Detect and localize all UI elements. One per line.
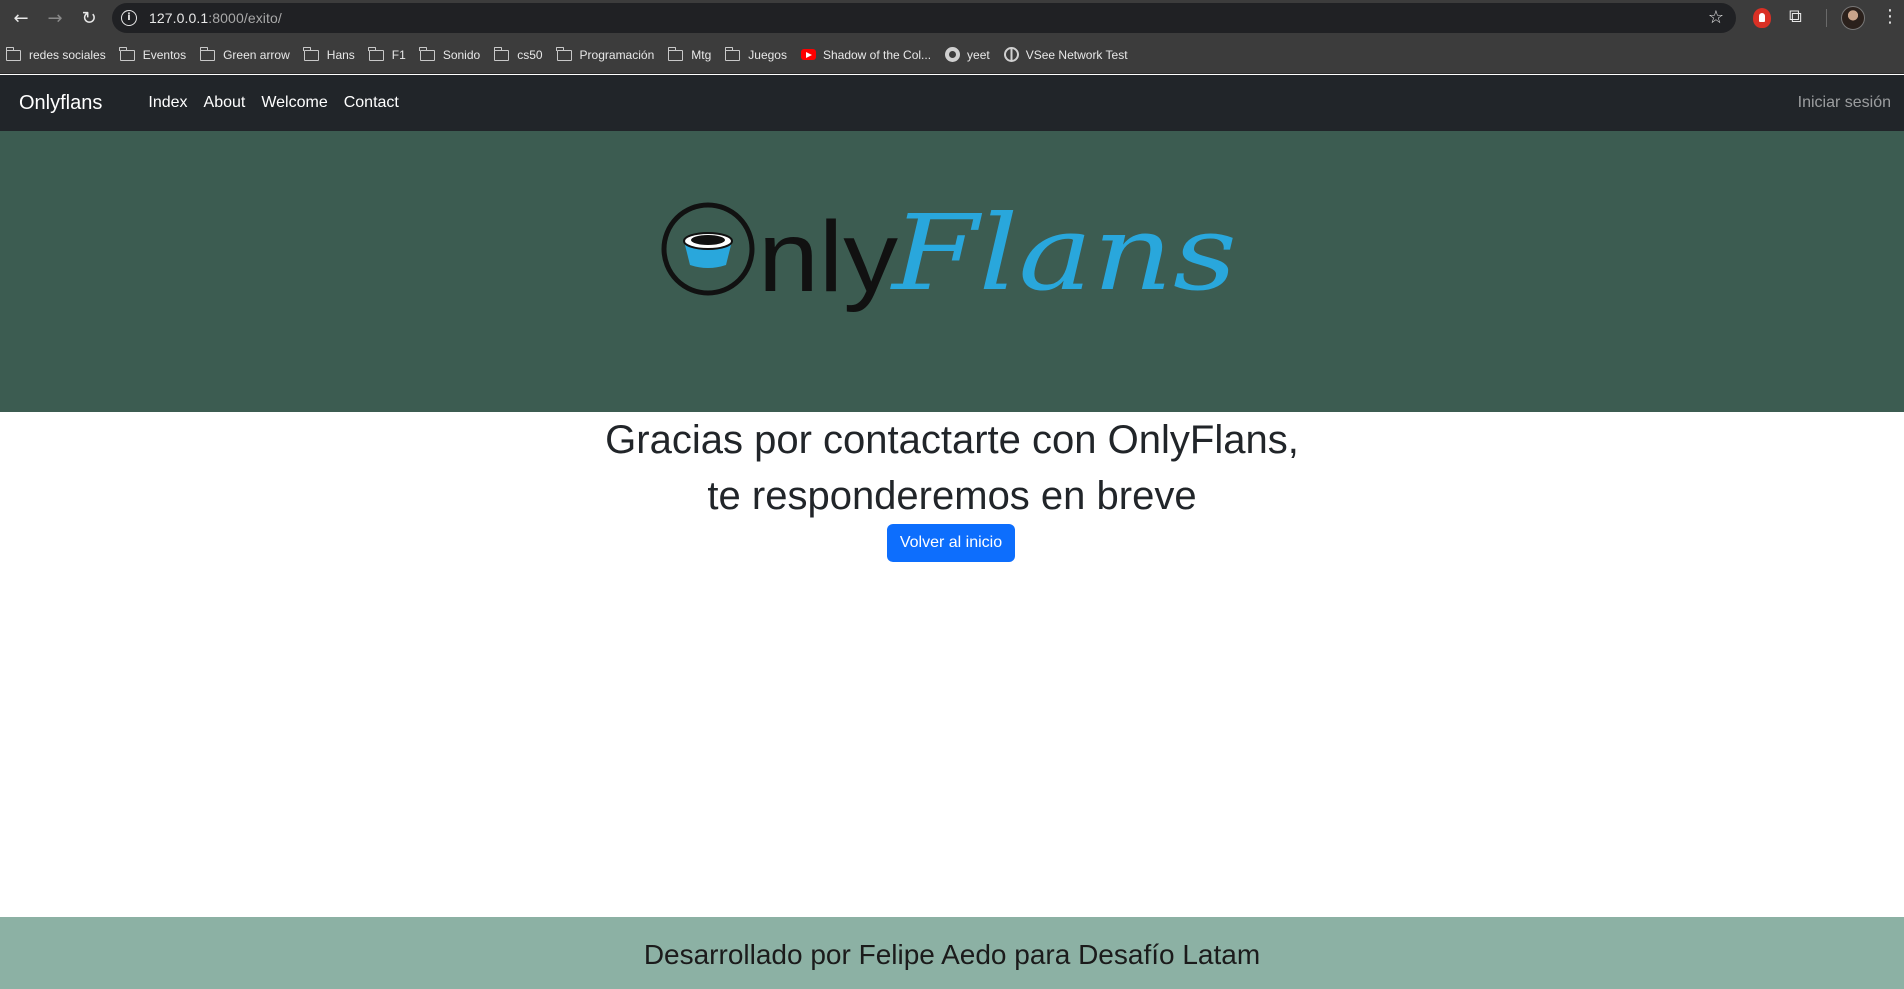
logo-text-plain: nly — [758, 201, 898, 313]
bookmark-item[interactable]: Programación — [556, 42, 663, 68]
bookmark-item[interactable]: redes sociales — [5, 42, 114, 68]
nav-link-welcome[interactable]: Welcome — [261, 94, 327, 112]
bookmark-item[interactable]: Eventos — [119, 42, 194, 68]
youtube-icon — [800, 49, 816, 60]
bookmark-item[interactable]: cs50 — [493, 42, 550, 68]
bookmark-label: yeet — [967, 47, 990, 62]
bookmark-star-icon[interactable]: ☆ — [1708, 7, 1724, 28]
github-icon — [945, 47, 961, 62]
url-text[interactable]: 127.0.0.1:8000/exito/ — [149, 10, 282, 26]
bookmark-label: Hans — [326, 47, 355, 62]
bookmark-label: Programación — [579, 47, 655, 62]
bookmark-item[interactable]: Mtg — [667, 42, 719, 68]
profile-avatar[interactable] — [1841, 6, 1865, 30]
nav-link-contact[interactable]: Contact — [344, 94, 399, 112]
bookmark-label: Sonido — [442, 47, 481, 62]
bookmark-item[interactable]: Shadow of the Col... — [800, 42, 939, 68]
folder-icon — [419, 47, 435, 61]
nav-link-index[interactable]: Index — [148, 94, 187, 112]
bookmark-label: cs50 — [517, 47, 543, 62]
logo-text-script: Flans — [890, 201, 1237, 314]
bookmark-item[interactable]: Juegos — [724, 42, 795, 68]
flan-cup-top — [691, 235, 725, 245]
bookmarks-bar: redes sociales Eventos Green arrow Hans … — [0, 36, 1904, 74]
hero-banner: nly Flans — [0, 131, 1904, 412]
site-footer: Desarrollado por Felipe Aedo para Desafí… — [0, 917, 1904, 989]
folder-icon — [303, 47, 319, 61]
url-host: 127.0.0.1 — [149, 10, 209, 26]
login-link[interactable]: Iniciar sesión — [1798, 94, 1891, 112]
extension-red-icon[interactable] — [1753, 8, 1771, 28]
address-bar[interactable]: i 127.0.0.1:8000/exito/ ☆ — [112, 3, 1736, 33]
folder-icon — [667, 47, 684, 61]
url-path: :8000/exito/ — [208, 10, 282, 26]
bookmark-item[interactable]: VSee Network Test — [1003, 42, 1136, 68]
back-home-button[interactable]: Volver al inicio — [887, 524, 1015, 562]
thanks-line-1: Gracias por contactarte con OnlyFlans, — [605, 418, 1299, 462]
bookmark-item[interactable]: Sonido — [419, 42, 488, 68]
onlyflans-logo: nly Flans — [661, 201, 1237, 314]
folder-icon — [493, 47, 510, 61]
browser-toolbar: ← → ↻ i 127.0.0.1:8000/exito/ ☆ ⧉ ⋮ — [0, 0, 1904, 36]
nav-link-about[interactable]: About — [204, 94, 246, 112]
folder-icon — [556, 47, 572, 61]
folder-icon — [119, 47, 135, 61]
toolbar-divider — [1826, 9, 1827, 27]
folder-icon — [199, 47, 216, 61]
bookmark-item[interactable]: F1 — [368, 42, 414, 68]
folder-icon — [724, 47, 741, 61]
thanks-heading: Gracias por contactarte con OnlyFlans, t… — [0, 412, 1904, 524]
back-arrow-icon[interactable]: ← — [8, 5, 34, 31]
navbar-brand[interactable]: Onlyflans — [19, 92, 102, 115]
bookmark-label: Juegos — [748, 47, 787, 62]
bookmark-item[interactable]: yeet — [945, 42, 998, 68]
browser-menu-icon[interactable]: ⋮ — [1881, 6, 1899, 27]
footer-text: Desarrollado por Felipe Aedo para Desafí… — [643, 939, 1261, 970]
bookmark-label: Mtg — [691, 47, 712, 62]
bookmark-item[interactable]: Hans — [303, 42, 363, 68]
folder-icon — [368, 47, 384, 61]
bookmark-label: Eventos — [142, 47, 187, 62]
bookmark-label: Shadow of the Col... — [822, 47, 932, 62]
bookmark-label: F1 — [391, 47, 406, 62]
bookmark-item[interactable]: Green arrow — [199, 42, 298, 68]
reload-icon[interactable]: ↻ — [76, 5, 102, 31]
bookmark-label: Green arrow — [223, 47, 290, 62]
site-navbar: Onlyflans Index About Welcome Contact In… — [0, 75, 1904, 131]
forward-arrow-icon[interactable]: → — [42, 5, 68, 31]
bookmark-label: redes sociales — [29, 47, 106, 62]
bookmark-label: VSee Network Test — [1025, 47, 1128, 62]
globe-icon — [1003, 47, 1019, 62]
thanks-line-2: te responderemos en breve — [707, 474, 1197, 518]
extensions-puzzle-icon[interactable]: ⧉ — [1789, 6, 1802, 27]
folder-icon — [5, 47, 21, 61]
site-info-icon[interactable]: i — [121, 10, 137, 26]
